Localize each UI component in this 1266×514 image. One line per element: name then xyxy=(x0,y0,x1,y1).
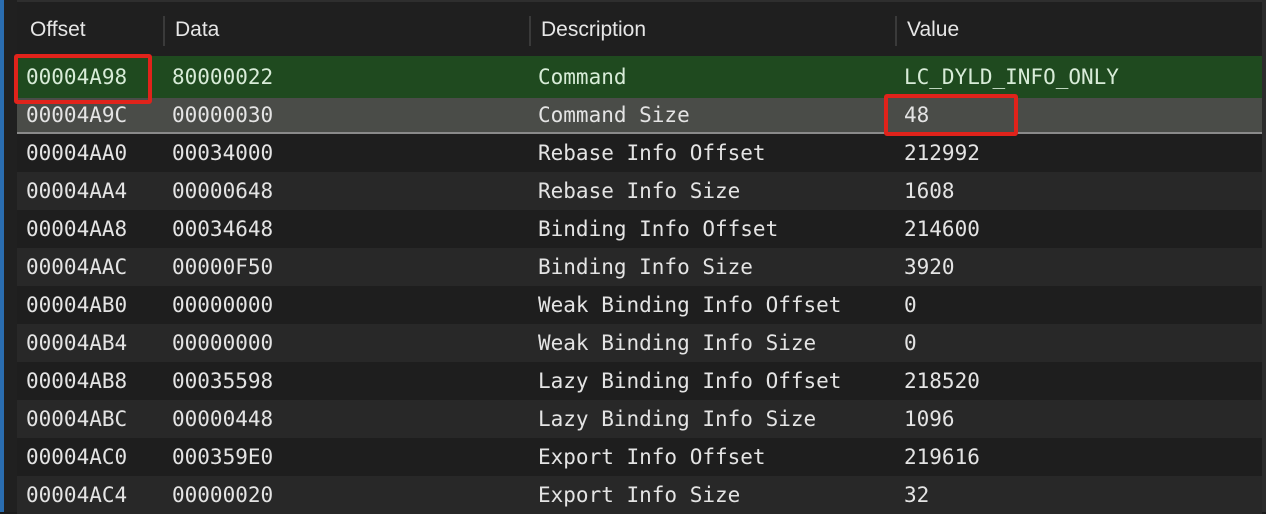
cell-offset: 00004AB8 xyxy=(26,369,128,393)
cell-data: 00000020 xyxy=(172,483,274,507)
cell-data: 00000F50 xyxy=(172,255,274,279)
cell-data: 00000448 xyxy=(172,407,274,431)
cell-data: 00034000 xyxy=(172,141,274,165)
cell-value: 212992 xyxy=(904,141,980,165)
table-row[interactable]: 00004A9C 00000030 Command Size 48 xyxy=(17,98,1262,134)
table-row[interactable]: 00004AA4 00000648 Rebase Info Size 1608 xyxy=(17,172,1262,210)
cell-offset: 00004AC4 xyxy=(26,483,128,507)
cell-value: 219616 xyxy=(904,445,980,469)
cell-description: Export Info Size xyxy=(538,483,741,507)
cell-offset: 00004AA4 xyxy=(26,179,128,203)
cell-offset: 00004ABC xyxy=(26,407,128,431)
table-row[interactable]: 00004AAC 00000F50 Binding Info Size 3920 xyxy=(17,248,1262,286)
cell-value: 0 xyxy=(904,331,917,355)
column-header-description[interactable]: Description xyxy=(541,18,646,42)
table-row[interactable]: 00004AC4 00000020 Export Info Size 32 xyxy=(17,476,1262,514)
column-divider[interactable] xyxy=(529,16,531,46)
table-header: Offset Data Description Value xyxy=(17,0,1262,56)
cell-description: Weak Binding Info Offset xyxy=(538,293,842,317)
cell-offset: 00004AB4 xyxy=(26,331,128,355)
cell-description: Binding Info Size xyxy=(538,255,753,279)
cell-value: 1096 xyxy=(904,407,955,431)
cell-offset: 00004AAC xyxy=(26,255,128,279)
cell-value: 0 xyxy=(904,293,917,317)
cell-offset: 00004AB0 xyxy=(26,293,128,317)
cell-offset: 00004A9C xyxy=(26,103,128,127)
cell-description: Command Size xyxy=(538,103,690,127)
cell-data: 00000030 xyxy=(172,103,274,127)
cell-description: Export Info Offset xyxy=(538,445,766,469)
right-edge xyxy=(1262,0,1266,512)
table-row[interactable]: 00004AB4 00000000 Weak Binding Info Size 0 xyxy=(17,324,1262,362)
table-row[interactable]: 00004AA8 00034648 Binding Info Offset 21460… xyxy=(17,210,1262,248)
load-command-table: Offset Data Description Value 00004A98 80… xyxy=(17,0,1262,514)
highlight-box-offset xyxy=(14,54,152,104)
cell-value: 1608 xyxy=(904,179,955,203)
cell-data: 00000648 xyxy=(172,179,274,203)
table-row[interactable]: 00004A98 80000022 Command LC_DYLD_INFO_ONLY xyxy=(17,56,1262,98)
cell-value: 32 xyxy=(904,483,930,507)
cell-data: 00000000 xyxy=(172,293,274,317)
column-header-offset[interactable]: Offset xyxy=(30,18,86,42)
cell-data: 00035598 xyxy=(172,369,274,393)
cell-description: Lazy Binding Info Size xyxy=(538,407,817,431)
table-row[interactable]: 00004ABC 00000448 Lazy Binding Info Size 10… xyxy=(17,400,1262,438)
cell-data: 00034648 xyxy=(172,217,274,241)
cell-description: Weak Binding Info Size xyxy=(538,331,817,355)
table-row[interactable]: 00004AC0 000359E0 Export Info Offset 219616 xyxy=(17,438,1262,476)
cell-offset: 00004AC0 xyxy=(26,445,128,469)
cell-offset: 00004AA0 xyxy=(26,141,128,165)
table-row[interactable]: 00004AB8 00035598 Lazy Binding Info Offset… xyxy=(17,362,1262,400)
cell-data: 00000000 xyxy=(172,331,274,355)
column-divider[interactable] xyxy=(163,16,165,46)
table-body: 00004A98 80000022 Command LC_DYLD_INFO_ONLY… xyxy=(17,56,1262,514)
column-header-data[interactable]: Data xyxy=(175,18,219,42)
column-divider[interactable] xyxy=(895,16,897,46)
table-row[interactable]: 00004AB0 00000000 Weak Binding Info Offset… xyxy=(17,286,1262,324)
cell-description: Rebase Info Size xyxy=(538,179,741,203)
cell-value: 214600 xyxy=(904,217,980,241)
cell-value: LC_DYLD_INFO_ONLY xyxy=(904,65,1119,89)
column-header-value[interactable]: Value xyxy=(907,18,959,42)
cell-value: 218520 xyxy=(904,369,980,393)
cell-description: Lazy Binding Info Offset xyxy=(538,369,842,393)
cell-description: Command xyxy=(538,65,627,89)
cell-data: 000359E0 xyxy=(172,445,274,469)
cell-offset: 00004AA8 xyxy=(26,217,128,241)
cell-value: 3920 xyxy=(904,255,955,279)
cell-description: Binding Info Offset xyxy=(538,217,779,241)
cell-description: Rebase Info Offset xyxy=(538,141,766,165)
table-row[interactable]: 00004AA0 00034000 Rebase Info Offset 212992 xyxy=(17,134,1262,172)
highlight-box-value xyxy=(884,94,1018,136)
cell-data: 80000022 xyxy=(172,65,274,89)
